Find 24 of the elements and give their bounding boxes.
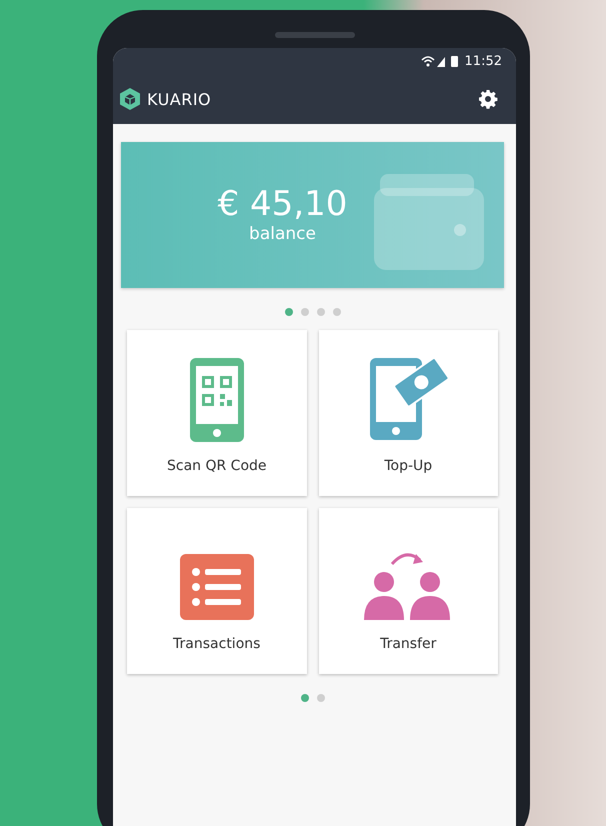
pager-dot[interactable] (300, 694, 308, 702)
list-icon (180, 554, 254, 620)
action-tile[interactable]: Top-Up (318, 330, 498, 496)
status-time: 11:52 (464, 54, 502, 68)
tile-label: Scan QR Code (166, 458, 267, 474)
balance-label: balance (249, 224, 316, 244)
pager-dot[interactable] (316, 694, 324, 702)
pager-dot[interactable] (316, 308, 324, 316)
tile-label: Transfer (380, 636, 436, 652)
pager-dot[interactable] (300, 308, 308, 316)
signal-battery-icon (420, 54, 461, 68)
logo-text: KUARIO (147, 90, 212, 108)
pager-dot[interactable] (284, 308, 292, 316)
pager-dot[interactable] (332, 308, 340, 316)
balance-amount: € 45,10 (218, 186, 348, 224)
settings-icon[interactable] (478, 89, 498, 109)
cube-logo-icon (119, 87, 141, 111)
tile-label: Transactions (173, 636, 260, 652)
wallet-icon (374, 174, 484, 270)
action-tile[interactable]: Scan QR Code (127, 330, 306, 496)
phone-qr-icon (190, 358, 244, 442)
action-tile[interactable]: Transfer (318, 508, 498, 674)
tile-label: Top-Up (384, 458, 432, 474)
action-tile[interactable]: Transactions (127, 508, 306, 674)
